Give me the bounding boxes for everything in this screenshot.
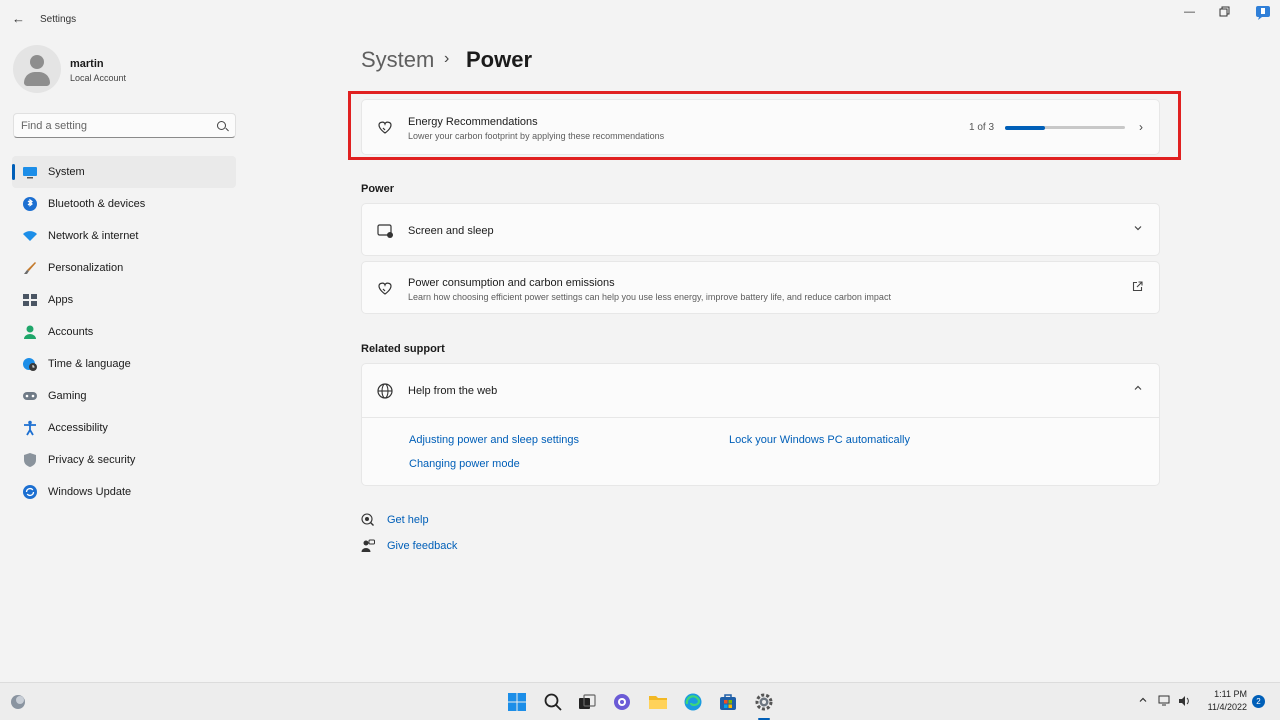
accessibility-icon [22, 420, 38, 436]
link-changing-power-mode[interactable]: Changing power mode [409, 458, 520, 470]
breadcrumb-parent[interactable]: System [361, 47, 434, 73]
sidebar-item-time-language[interactable]: Time & language [12, 348, 236, 380]
settings-gear-icon[interactable] [754, 692, 774, 712]
chevron-down-icon[interactable] [1133, 222, 1143, 236]
sidebar-item-bluetooth[interactable]: Bluetooth & devices [12, 188, 236, 220]
update-icon [22, 484, 38, 500]
avatar[interactable] [13, 45, 61, 93]
chevron-up-icon[interactable] [1138, 695, 1148, 708]
get-help-link[interactable]: Get help [387, 514, 429, 526]
sidebar-nav: System Bluetooth & devices Network & int… [12, 156, 236, 508]
back-arrow-icon[interactable]: ← [12, 11, 28, 27]
screen-and-sleep-card[interactable]: Screen and sleep [361, 203, 1160, 256]
restore-icon[interactable] [1219, 6, 1230, 20]
sidebar-item-privacy-security[interactable]: Privacy & security [12, 444, 236, 476]
sidebar-item-accounts[interactable]: Accounts [12, 316, 236, 348]
page-title: Power [466, 47, 533, 72]
title-bar: ← Settings — [0, 0, 1280, 40]
account-type: Local Account [70, 73, 127, 83]
clock-time[interactable]: 1:11 PM [1213, 689, 1247, 699]
sidebar-item-windows-update[interactable]: Windows Update [12, 476, 236, 508]
power-consumption-card[interactable]: Power consumption and carbon emissions L… [361, 261, 1160, 314]
sidebar-item-system[interactable]: System [12, 156, 236, 188]
sidebar-item-label: Personalization [48, 262, 124, 274]
leaf-heart-icon [376, 280, 394, 298]
network-icon[interactable] [1158, 695, 1171, 710]
notification-badge[interactable]: 2 [1252, 695, 1265, 708]
sidebar-item-label: Time & language [48, 358, 131, 370]
taskbar: 1:11 PM 11/4/2022 2 [0, 682, 1280, 720]
avatar-head-shape [30, 55, 44, 69]
sidebar-item-accessibility[interactable]: Accessibility [12, 412, 236, 444]
divider [362, 417, 1159, 418]
sidebar-item-label: Privacy & security [48, 454, 136, 466]
sidebar-item-label: Accessibility [48, 422, 108, 434]
globe-icon [376, 382, 394, 400]
task-view-icon[interactable] [577, 692, 597, 712]
give-feedback-icon [361, 539, 375, 553]
sidebar-item-label: Accounts [48, 326, 94, 338]
search-input[interactable] [21, 118, 211, 133]
chat-icon[interactable] [612, 692, 632, 712]
search-box[interactable] [13, 113, 236, 138]
sidebar-item-label: System [48, 166, 85, 178]
wifi-icon [22, 228, 38, 244]
feedback-hub-icon[interactable] [1255, 5, 1271, 24]
gamepad-icon [22, 388, 38, 404]
apps-icon [22, 292, 38, 308]
person-icon [22, 324, 38, 340]
user-name: martin [70, 58, 104, 70]
screen-sleep-title: Screen and sleep [408, 225, 494, 237]
monitor-icon [22, 164, 38, 180]
power-consumption-subtitle: Learn how choosing efficient power setti… [408, 292, 891, 302]
sidebar-item-label: Network & internet [48, 230, 139, 242]
file-explorer-icon[interactable] [648, 692, 668, 712]
sidebar-item-network[interactable]: Network & internet [12, 220, 236, 252]
edge-browser-icon[interactable] [683, 692, 703, 712]
search-icon[interactable] [217, 121, 226, 130]
external-link-icon[interactable] [1132, 281, 1143, 295]
get-help-icon [361, 513, 375, 527]
sidebar-item-label: Gaming [48, 390, 87, 402]
start-windows-icon[interactable] [507, 692, 527, 712]
sidebar-item-label: Apps [48, 294, 74, 306]
sidebar-item-personalization[interactable]: Personalization [12, 252, 236, 284]
app-title: Settings [40, 14, 77, 25]
clock-date[interactable]: 11/4/2022 [1201, 702, 1247, 712]
brush-icon [22, 260, 38, 276]
sidebar-item-apps[interactable]: Apps [12, 284, 236, 316]
taskbar-search-icon[interactable] [543, 692, 563, 712]
breadcrumb-separator-icon: › [444, 50, 450, 67]
help-from-web-title: Help from the web [408, 385, 498, 397]
screen-sleep-icon [376, 222, 394, 240]
sidebar-item-label: Bluetooth & devices [48, 198, 146, 210]
chevron-up-icon[interactable] [1133, 382, 1143, 396]
shield-icon [22, 452, 38, 468]
store-icon[interactable] [718, 692, 738, 712]
give-feedback-link[interactable]: Give feedback [387, 540, 457, 552]
avatar-body-shape [24, 72, 50, 86]
minimize-icon[interactable]: — [1184, 6, 1195, 18]
link-lock-windows-pc[interactable]: Lock your Windows PC automatically [729, 434, 910, 446]
volume-icon[interactable] [1178, 695, 1191, 710]
weather-icon[interactable] [8, 692, 28, 712]
highlight-box [348, 91, 1181, 160]
power-consumption-title: Power consumption and carbon emissions [408, 277, 615, 289]
bluetooth-icon [22, 196, 38, 212]
globe-clock-icon [22, 356, 38, 372]
link-adjusting-power-sleep[interactable]: Adjusting power and sleep settings [409, 434, 579, 446]
section-label-related-support: Related support [361, 343, 445, 355]
section-label-power: Power [361, 183, 395, 195]
sidebar-item-label: Windows Update [48, 486, 132, 498]
sidebar-item-gaming[interactable]: Gaming [12, 380, 236, 412]
help-from-web-card: Help from the web Adjusting power and sl… [361, 363, 1160, 486]
